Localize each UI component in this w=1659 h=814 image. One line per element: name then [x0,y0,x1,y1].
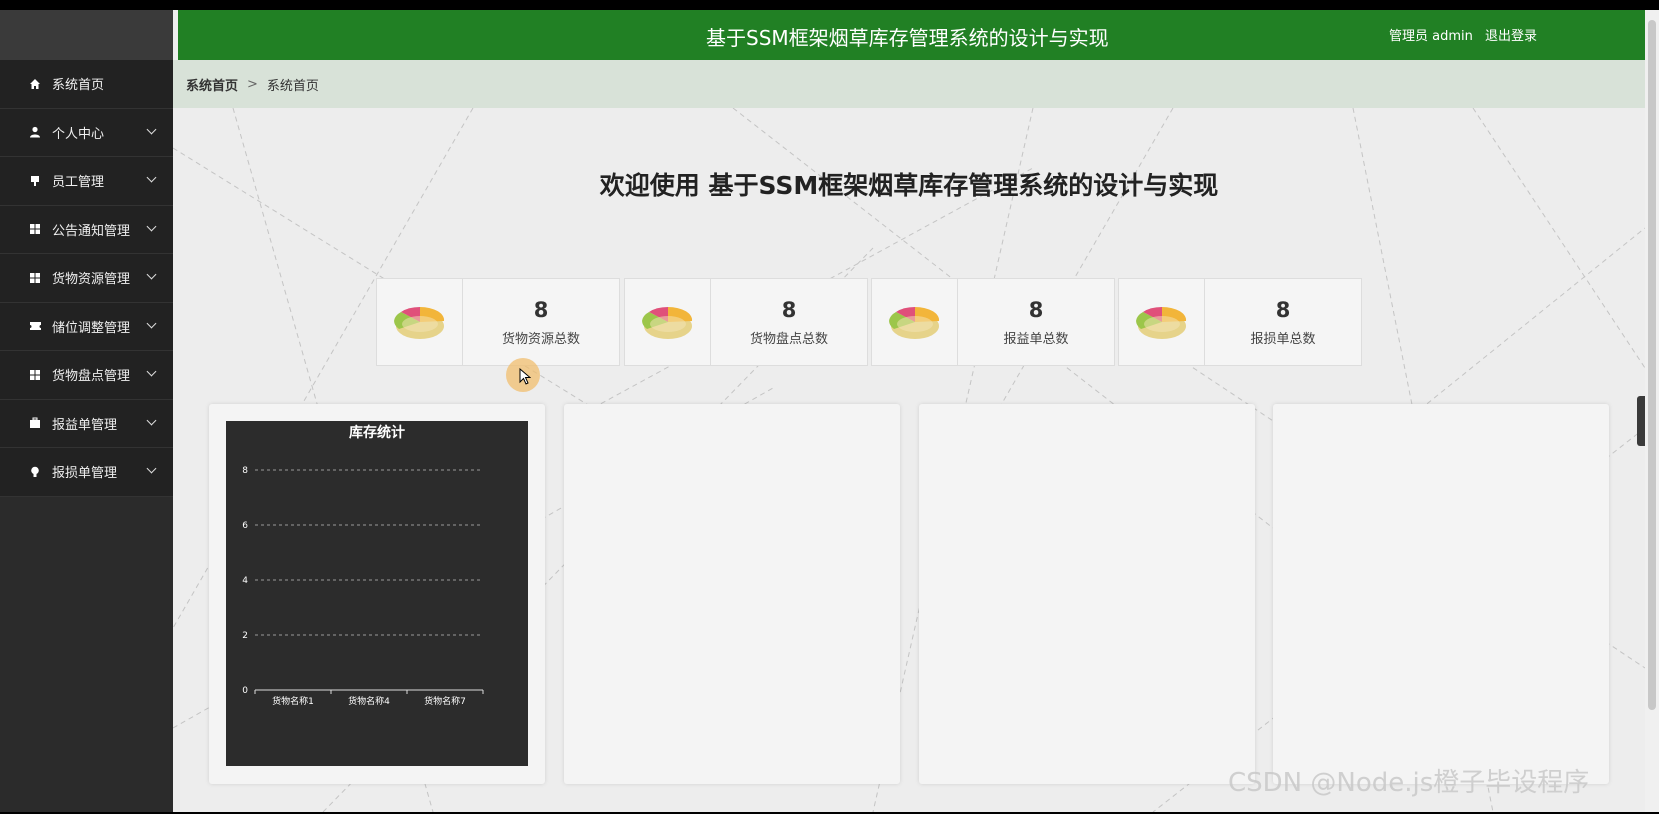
sidebar-item-label: 储位调整管理 [52,320,131,336]
chevron-down-icon [146,269,157,280]
grid-icon [28,368,42,382]
sidebar-item-label: 公告通知管理 [52,223,131,239]
mouse-cursor-icon [519,368,531,385]
briefcase-icon [28,416,42,430]
y-tick-label: 6 [242,521,248,531]
stat-card-loss-report: 8 报损单总数 [1118,278,1362,366]
chevron-down-icon [146,415,157,425]
stock-chart-svg: 库存统计 0 2 4 6 8 货物名称1 货物名称4 货物名称7 [242,424,484,707]
sidebar: 系统首页 个人中心 员工管理 公告通知管理 货物资源管理 储位调整管理 货物盘点… [0,10,173,812]
stat-value: 8 [1275,297,1291,322]
app-window: 系统首页 个人中心 员工管理 公告通知管理 货物资源管理 储位调整管理 货物盘点… [0,10,1659,812]
sidebar-item-staff[interactable]: 员工管理 [0,157,173,206]
user-icon [28,125,42,139]
chart-panel-2 [564,404,900,784]
y-tick-label: 8 [242,466,248,476]
current-user: 管理员 admin [1389,29,1473,44]
app-title: 基于SSM框架烟草库存管理系统的设计与实现 [706,26,1109,50]
breadcrumb: 系统首页 > 系统首页 [173,60,1645,108]
chart-panel-4 [1273,404,1609,784]
chevron-down-icon [146,124,157,134]
breadcrumb-home[interactable]: 系统首页 [186,75,238,94]
stat-label: 货物盘点总数 [749,331,828,347]
chevron-down-icon [146,172,157,183]
chart-panel-stock: 库存统计 0 2 4 6 8 货物名称1 货物名称4 货物名称7 [209,404,545,784]
stat-card-goods: 8 货物资源总数 [376,278,620,366]
stat-label: 报益单总数 [1003,331,1069,347]
y-tick-label: 4 [242,576,248,586]
badge-icon [28,174,42,188]
stat-label: 货物资源总数 [501,331,580,347]
sidebar-item-goods[interactable]: 货物资源管理 [0,254,173,303]
sidebar-item-profile[interactable]: 个人中心 [0,108,173,157]
stat-value: 8 [1028,297,1044,322]
chevron-down-icon [146,463,157,474]
logout-link[interactable]: 退出登录 [1485,25,1537,44]
sidebar-item-loss-report[interactable]: 报损单管理 [0,448,173,497]
sidebar-logo-area [0,10,173,60]
sidebar-item-gain-report[interactable]: 报益单管理 [0,399,173,448]
stock-chart: 库存统计 0 2 4 6 8 货物名称1 货物名称4 货物名称7 [226,421,528,766]
stat-card-gain-report: 8 报益单总数 [871,278,1115,366]
chart-panel-3 [919,404,1255,784]
chevron-down-icon [146,318,157,328]
sidebar-item-inventory[interactable]: 货物盘点管理 [0,351,173,400]
sidebar-item-label: 货物资源管理 [52,272,131,288]
bulb-icon [28,465,42,479]
x-tick-label: 货物名称4 [348,695,390,707]
pie-chart-icon [1119,279,1205,365]
chevron-down-icon [146,366,157,377]
stat-label: 报损单总数 [1250,331,1316,347]
sidebar-item-home[interactable]: 系统首页 [0,60,173,109]
sidebar-item-storage[interactable]: 储位调整管理 [0,302,173,351]
breadcrumb-current: 系统首页 [266,78,319,94]
page-scrollbar-thumb[interactable] [1648,20,1656,710]
grid-icon [28,271,42,285]
watermark: CSDN @Node.js橙子毕设程序 [1228,768,1590,798]
sidebar-item-label: 货物盘点管理 [52,369,131,385]
y-tick-label: 2 [242,631,248,641]
pie-chart-icon [625,279,711,365]
stat-card-inventory: 8 货物盘点总数 [624,278,868,366]
chart-title: 库存统计 [349,424,405,441]
home-icon [28,77,42,91]
stat-value: 8 [781,297,797,322]
sidebar-item-notices[interactable]: 公告通知管理 [0,205,173,254]
sidebar-item-label: 报益单管理 [52,417,118,433]
sidebar-item-label: 员工管理 [52,175,105,191]
y-tick-label: 0 [242,686,248,696]
sidebar-item-label: 报损单管理 [52,466,118,482]
chevron-down-icon [146,221,157,231]
sidebar-item-label: 个人中心 [52,126,105,142]
x-tick-label: 货物名称7 [424,695,466,707]
grid-icon [28,222,42,236]
top-header: 基于SSM框架烟草库存管理系统的设计与实现 管理员 admin 退出登录 [173,10,1645,60]
pie-chart-icon [377,279,463,365]
sidebar-item-label: 系统首页 [52,78,105,94]
welcome-heading: 欢迎使用 基于SSM框架烟草库存管理系统的设计与实现 [599,171,1219,200]
x-tick-label: 货物名称1 [272,695,314,707]
ticket-icon [28,319,42,333]
main-content: 欢迎使用 基于SSM框架烟草库存管理系统的设计与实现 8 货物资源总数 8 货物… [173,108,1645,812]
pie-chart-icon [872,279,958,365]
breadcrumb-separator: > [247,76,258,92]
stat-value: 8 [533,297,549,322]
